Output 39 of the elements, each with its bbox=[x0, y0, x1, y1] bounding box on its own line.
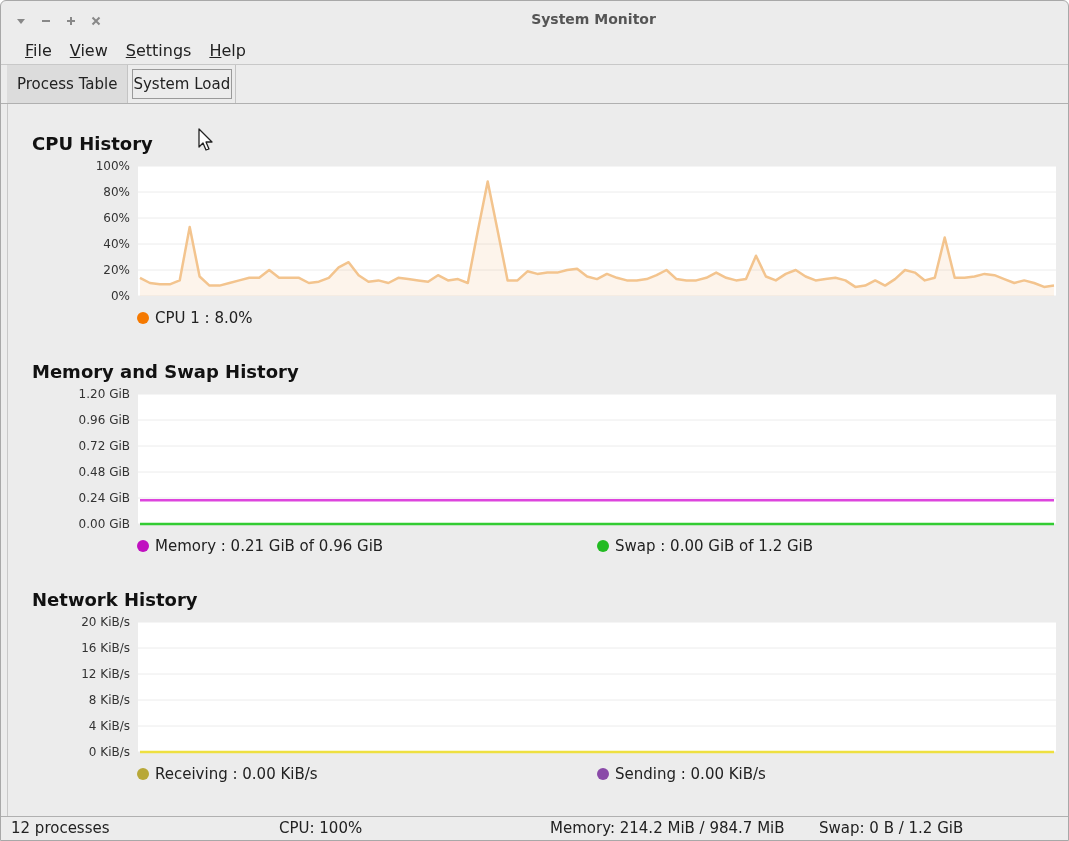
axis-tick-label: 0.72 GiB bbox=[78, 438, 130, 453]
legend-label: Sending : 0.00 KiB/s bbox=[615, 764, 766, 783]
axis-tick-label: 20 KiB/s bbox=[81, 614, 130, 629]
legend-label: Memory : 0.21 GiB of 0.96 GiB bbox=[155, 536, 384, 555]
maximize-icon[interactable] bbox=[65, 15, 77, 27]
legend-label: CPU 1 : 8.0% bbox=[155, 308, 253, 327]
axis-tick-label: 12 KiB/s bbox=[81, 666, 130, 681]
menu-item[interactable]: File bbox=[17, 40, 60, 60]
axis-tick-label: 0 KiB/s bbox=[88, 744, 130, 759]
axis-tick-label: 0.24 GiB bbox=[78, 490, 130, 505]
axis-tick-label: 20% bbox=[103, 262, 130, 277]
axis-tick-label: 1.20 GiB bbox=[78, 386, 130, 401]
window-title: System Monitor bbox=[531, 10, 656, 27]
axis-tick-label: 40% bbox=[103, 236, 130, 251]
axis-tick-label: 16 KiB/s bbox=[81, 640, 130, 655]
close-icon[interactable] bbox=[90, 15, 102, 27]
legend-label: Receiving : 0.00 KiB/s bbox=[155, 764, 318, 783]
axis-tick-label: 60% bbox=[103, 210, 130, 225]
axis-tick-label: 0% bbox=[110, 288, 130, 303]
chart-heading: Memory and Swap History bbox=[32, 359, 299, 384]
mouse-pointer-icon bbox=[198, 127, 214, 152]
status-text: CPU: 100% bbox=[279, 819, 364, 838]
axis-tick-label: 0.48 GiB bbox=[78, 464, 130, 479]
axis-tick-label: 0.96 GiB bbox=[78, 412, 130, 427]
status-text: 12 processes bbox=[11, 819, 111, 838]
axis-tick-label: 4 KiB/s bbox=[88, 718, 130, 733]
chart-heading: CPU History bbox=[32, 131, 153, 156]
tab[interactable]: Process Table bbox=[7, 64, 129, 103]
axis-tick-label: 8 KiB/s bbox=[88, 692, 130, 707]
menu-item[interactable]: Settings bbox=[117, 40, 200, 60]
axis-tick-label: 100% bbox=[95, 158, 130, 173]
menu-item[interactable]: Help bbox=[201, 40, 254, 60]
status-text: Memory: 214.2 MiB / 984.7 MiB bbox=[550, 819, 786, 838]
axis-tick-label: 80% bbox=[103, 184, 130, 199]
menu-item[interactable]: View bbox=[61, 40, 116, 60]
legend-label: Swap : 0.00 GiB of 1.2 GiB bbox=[615, 536, 814, 555]
axis-tick-label: 0.00 GiB bbox=[78, 516, 130, 531]
chart-heading: Network History bbox=[32, 587, 198, 612]
status-text: Swap: 0 B / 1.2 GiB bbox=[819, 819, 965, 838]
